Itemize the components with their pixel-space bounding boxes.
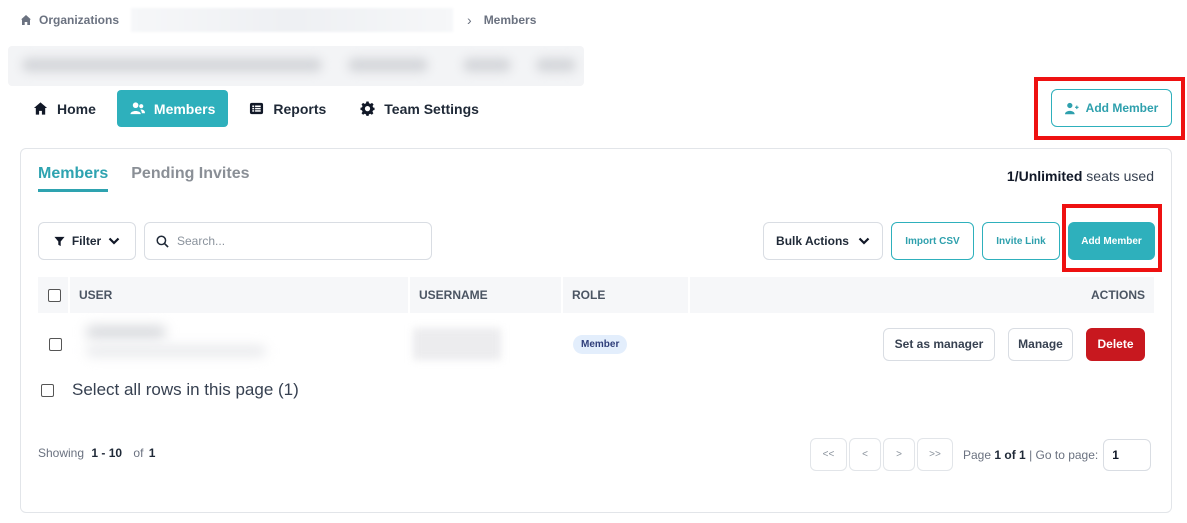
seats-count: 1/Unlimited	[1006, 168, 1083, 184]
nav-members[interactable]: Members	[116, 90, 229, 127]
showing-range: 1 - 10	[91, 446, 123, 460]
redacted-username	[413, 328, 501, 360]
chevron-down-icon	[108, 237, 120, 245]
manage-button[interactable]: Manage	[1008, 327, 1073, 361]
home-icon	[21, 15, 31, 25]
set-as-manager-button[interactable]: Set as manager	[883, 327, 995, 361]
add-member-header-button[interactable]: Add Member	[1051, 89, 1172, 127]
bulk-actions-label: Bulk Actions	[776, 234, 849, 248]
row-actions: Set as manager Manage Delete	[690, 313, 1154, 375]
page-label: Page	[963, 447, 992, 462]
column-actions: ACTIONS	[1091, 288, 1145, 302]
members-table: USER USERNAME ROLE ACTIONS Member Set as…	[38, 277, 1154, 375]
user-plus-icon	[1064, 102, 1079, 114]
delete-button[interactable]: Delete	[1086, 327, 1145, 361]
add-member-button[interactable]: Add Member	[1068, 222, 1155, 260]
funnel-icon	[54, 236, 65, 246]
nav-reports-label: Reports	[273, 100, 327, 117]
next-page-button[interactable]: >	[883, 438, 915, 471]
select-all-rows: Select all rows in this page (1)	[41, 380, 299, 400]
breadcrumb-organizations-link[interactable]: Organizations	[39, 13, 119, 27]
home-icon	[33, 102, 48, 115]
nav-team-settings[interactable]: Team Settings	[347, 90, 492, 127]
goto-page-input[interactable]	[1103, 438, 1152, 471]
last-page-button[interactable]: >>	[917, 438, 953, 471]
select-all-header-checkbox[interactable]	[47, 288, 61, 302]
page-of: 1 of 1	[994, 447, 1026, 462]
showing-of-label: of	[133, 446, 144, 460]
pagination: << < > >> Page 1 of 1 | Go to page:	[810, 438, 1152, 471]
showing-label: Showing	[38, 446, 85, 460]
search-icon	[156, 234, 169, 248]
column-user: USER	[70, 277, 410, 313]
chevron-down-icon	[858, 237, 870, 245]
members-tabs: Members Pending Invites	[38, 165, 250, 192]
page-info: Page 1 of 1 | Go to page:	[963, 448, 1098, 462]
redacted-page-title	[8, 46, 584, 86]
nav-team-settings-label: Team Settings	[384, 100, 479, 117]
search-input[interactable]	[177, 234, 417, 248]
invite-link-button[interactable]: Invite Link	[982, 222, 1060, 260]
nav-members-label: Members	[153, 100, 216, 117]
prev-page-button[interactable]: <	[849, 438, 881, 471]
bulk-actions-dropdown[interactable]: Bulk Actions	[763, 222, 883, 260]
tab-members[interactable]: Members	[38, 165, 109, 192]
goto-label: | Go to page:	[1029, 447, 1099, 462]
filter-label: Filter	[71, 234, 102, 248]
nav-home-label: Home	[57, 100, 96, 117]
members-card: Members Pending Invites 1/Unlimited seat…	[20, 148, 1172, 513]
column-role: ROLE	[563, 277, 690, 313]
redacted-org-name	[131, 8, 454, 32]
column-username: USERNAME	[410, 277, 563, 313]
team-nav: Home Members Reports Team Settings	[20, 90, 492, 127]
showing-total: 1	[148, 446, 156, 460]
seats-used: 1/Unlimited seats used	[1007, 168, 1154, 184]
users-icon	[130, 102, 145, 115]
role-badge: Member	[573, 334, 628, 354]
add-member-header-label: Add Member	[1085, 101, 1159, 115]
select-all-rows-checkbox[interactable]	[41, 383, 54, 397]
search-field	[144, 222, 432, 260]
table-header: USER USERNAME ROLE ACTIONS	[38, 277, 1154, 313]
select-all-rows-label: Select all rows in this page (1)	[72, 380, 299, 399]
breadcrumb: Organizations › Members	[20, 8, 537, 32]
first-page-button[interactable]: <<	[810, 438, 847, 471]
tab-pending-invites[interactable]: Pending Invites	[131, 165, 249, 192]
filter-button[interactable]: Filter	[38, 222, 136, 260]
gear-icon	[360, 101, 375, 116]
list-icon	[250, 102, 264, 115]
chevron-right-icon: ›	[467, 12, 472, 28]
seats-suffix: seats used	[1086, 168, 1154, 184]
showing-summary: Showing 1 - 10 of 1	[38, 446, 155, 460]
nav-reports[interactable]: Reports	[236, 90, 339, 127]
row-checkbox[interactable]	[48, 337, 62, 351]
table-row: Member Set as manager Manage Delete	[38, 313, 1154, 375]
nav-home[interactable]: Home	[20, 90, 109, 127]
redacted-user	[78, 320, 278, 368]
import-csv-button[interactable]: Import CSV	[891, 222, 974, 260]
breadcrumb-current: Members	[483, 13, 537, 27]
